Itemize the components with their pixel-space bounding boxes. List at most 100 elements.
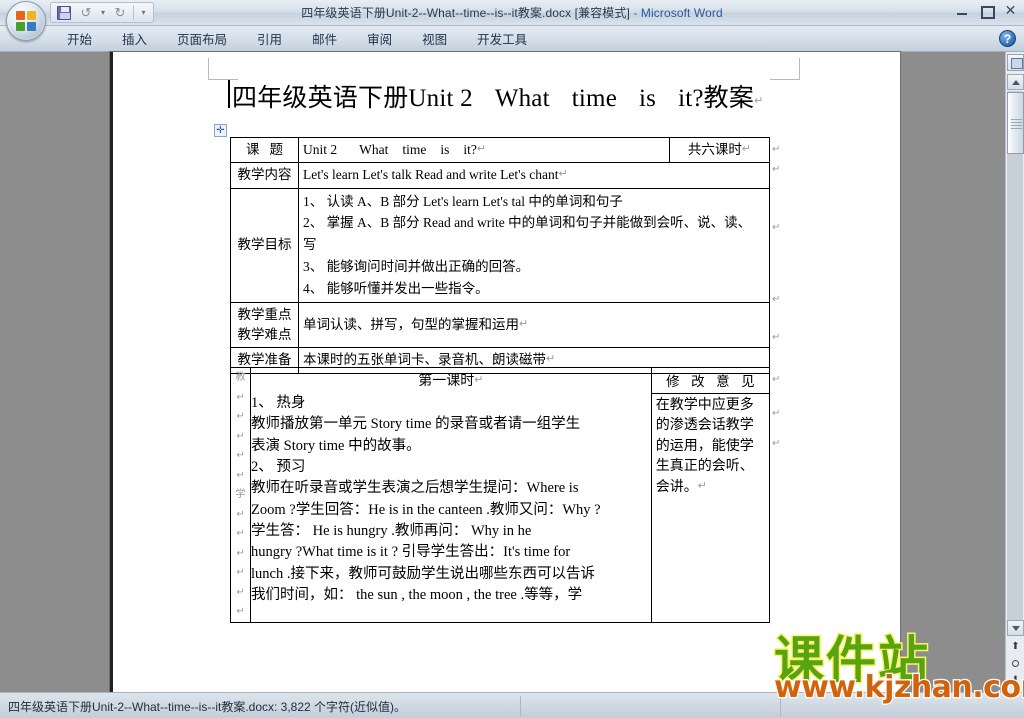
cell-content-value: Let's learn Let's talk Read and write Le… xyxy=(298,162,770,189)
lesson-body-table: 教 ↵ ↵ ↵ ↵ ↵ 学 ↵ ↵ ↵ ↵ ↵ ↵ 第一课时↵ 1、 热身 教师… xyxy=(229,367,771,623)
body-line: Zoom ?学生回答：He is in the canteen .教师又问：Wh… xyxy=(251,501,601,518)
paragraph-mark: ↵ xyxy=(236,567,245,578)
cell-topic-label: 课 题 xyxy=(230,136,299,164)
paragraph-mark: ↵ xyxy=(236,450,245,461)
tab-page-layout[interactable]: 页面布局 xyxy=(162,25,242,53)
body-line: 教师在听录音或学生表演之后想学生提问：Where is xyxy=(251,480,579,497)
paragraph-mark: ↵ xyxy=(236,508,245,520)
close-button[interactable]: ✕ xyxy=(1003,3,1018,18)
gutter-char-study: 学 xyxy=(235,489,246,500)
help-icon[interactable]: ? xyxy=(999,30,1016,47)
save-button[interactable] xyxy=(54,4,74,22)
vertical-scrollbar[interactable]: ⬆ ⬇ xyxy=(1005,52,1024,692)
tab-mailings[interactable]: 邮件 xyxy=(297,25,352,53)
goal-item: 写 xyxy=(303,237,317,253)
paragraph-mark: ↵ xyxy=(754,95,764,107)
tab-view[interactable]: 视图 xyxy=(407,25,462,53)
paragraph-mark: ↵ xyxy=(772,144,781,155)
customize-qat-button[interactable]: ▾ xyxy=(137,4,150,22)
undo-dropdown[interactable]: ▾ xyxy=(98,4,108,22)
redo-button[interactable]: ↻ xyxy=(110,4,130,22)
paragraph-mark: ↵ xyxy=(558,168,568,181)
topic-unit: Unit 2 xyxy=(303,142,338,157)
tab-insert[interactable]: 插入 xyxy=(107,25,162,53)
chevron-down-icon: ▾ xyxy=(100,8,105,17)
ribbon-tab-bar: 开始 插入 页面布局 引用 邮件 审阅 视图 开发工具 ? xyxy=(0,26,1024,52)
page-left-edge xyxy=(110,52,113,692)
body-line: hungry ?What time is it ? 引导学生答出：It's ti… xyxy=(251,544,571,561)
table-row-goals: 教学目标 1、 认读 A、B 部分 Let's learn Let's tal … xyxy=(230,187,770,303)
body-line: lunch .接下来，教师可鼓励学生说出哪些东西可以告诉 xyxy=(251,565,595,582)
goal-item: 4、 能够听懂并发出一些指令。 xyxy=(303,280,489,296)
scrollbar-track[interactable] xyxy=(1007,91,1023,620)
cell-gutter-label: 教 ↵ ↵ ↵ ↵ ↵ 学 ↵ ↵ ↵ ↵ ↵ ↵ xyxy=(229,367,252,623)
tab-review[interactable]: 审阅 xyxy=(352,25,407,53)
paragraph-mark: ↵ xyxy=(236,528,245,539)
paragraph-mark: ↵ xyxy=(772,374,781,385)
title-separator: - xyxy=(629,6,641,20)
undo-icon: ↺ xyxy=(80,4,92,20)
heading-what: What xyxy=(494,85,550,112)
undo-button[interactable]: ↺ xyxy=(76,4,96,22)
tab-developer[interactable]: 开发工具 xyxy=(462,25,542,53)
paragraph-mark: ↵ xyxy=(236,430,245,442)
note-line: 会讲。↵ xyxy=(656,478,766,498)
margin-mark-top-left xyxy=(208,58,238,80)
cell-lesson-content[interactable]: 第一课时↵ 1、 热身 教师播放第一单元 Story time 的录音或者请一组… xyxy=(250,367,652,623)
body-line: 教师播放第一单元 Story time 的录音或者请一组学生 xyxy=(251,416,581,433)
paragraph-mark: ↵ xyxy=(476,143,487,155)
window-controls: ✕ xyxy=(955,3,1018,19)
application-name: Microsoft Word xyxy=(640,6,723,20)
table-row-focus: 教学重点 教学难点 单词认读、拼写，句型的掌握和运用↵ xyxy=(230,301,770,349)
heading-time: time xyxy=(571,85,617,112)
minimize-button[interactable] xyxy=(955,3,970,18)
cell-topic-value: Unit 2 What time is it?↵ xyxy=(298,136,670,164)
scrollbar-thumb[interactable] xyxy=(1007,92,1024,154)
right-paragraph-marks: ↵ ↵ ↵ ↵ ↵ ↵ ↵ ↵ xyxy=(772,140,788,454)
body-line: 1、 热身 xyxy=(251,395,306,411)
save-icon xyxy=(57,5,71,20)
toolbar-divider xyxy=(133,5,134,20)
title-bar: ↺ ▾ ↻ ▾ 四年级英语下册Unit-2--What--time--is--i… xyxy=(0,0,1024,41)
topic-time: time xyxy=(402,142,427,157)
status-divider xyxy=(520,696,521,716)
paragraph-mark: ↵ xyxy=(772,294,781,305)
revision-notes-body: 在教学中应更多 的渗透会话教学 的运用，能使学 生真正的会听、 会讲。↵ xyxy=(652,394,769,498)
focus-label-difficulty: 教学难点 xyxy=(237,327,292,343)
focus-label-key: 教学重点 xyxy=(237,306,292,322)
ribbon-tabs: 开始 插入 页面布局 引用 邮件 审阅 视图 开发工具 xyxy=(52,26,542,52)
office-button[interactable] xyxy=(6,1,46,41)
paragraph-mark: ↵ xyxy=(697,479,707,492)
paragraph-mark: ↵ xyxy=(772,332,781,343)
paragraph-mark: ↵ xyxy=(236,586,245,598)
split-window-button[interactable] xyxy=(1007,54,1024,71)
cell-focus-label: 教学重点 教学难点 xyxy=(230,301,299,349)
cell-focus-value: 单词认读、拼写，句型的掌握和运用↵ xyxy=(298,301,770,349)
heading-is: is xyxy=(639,85,657,112)
table-move-handle[interactable]: ✛ xyxy=(214,124,227,137)
topic-it: it? xyxy=(463,142,477,157)
scroll-up-button[interactable] xyxy=(1007,74,1024,90)
cell-revision-notes[interactable]: 修 改 意 见 在教学中应更多 的渗透会话教学 的运用，能使学 生真正的会听、 … xyxy=(650,367,771,623)
heading-it: it? xyxy=(678,85,704,112)
paragraph-mark: ↵ xyxy=(772,222,781,233)
goal-item: 1、 认读 A、B 部分 Let's learn Let's tal 中的单词和… xyxy=(303,193,623,209)
body-line: 学生答： He is hungry .教师再问： Why in he xyxy=(251,522,532,539)
paragraph-mark: ↵ xyxy=(772,408,781,419)
tab-home[interactable]: 开始 xyxy=(52,25,107,53)
tab-references[interactable]: 引用 xyxy=(242,25,297,53)
grip-icon xyxy=(1011,119,1022,129)
restore-button[interactable] xyxy=(979,3,995,19)
cell-goals-value: 1、 认读 A、B 部分 Let's learn Let's tal 中的单词和… xyxy=(298,187,770,303)
table-row-content: 教学内容 Let's learn Let's talk Read and wri… xyxy=(230,162,770,189)
table-row-topic: 课 题 Unit 2 What time is it?↵ 共六课时↵ xyxy=(230,136,770,164)
office-logo-icon xyxy=(16,11,38,33)
gutter-marks: 教 ↵ ↵ ↵ ↵ ↵ 学 ↵ ↵ ↵ ↵ ↵ ↵ xyxy=(231,368,250,622)
cell-goals-label: 教学目标 xyxy=(230,187,299,303)
body-line: 我们时间，如： the sun , the moon , the tree .等… xyxy=(251,586,583,603)
table-row-body: 教 ↵ ↵ ↵ ↵ ↵ 学 ↵ ↵ ↵ ↵ ↵ ↵ 第一课时↵ 1、 热身 教师… xyxy=(229,367,771,623)
body-line: 2、 预习 xyxy=(251,458,306,475)
redo-icon: ↻ xyxy=(114,4,126,20)
topic-what: What xyxy=(359,142,389,157)
chevron-down-icon: ▾ xyxy=(141,8,146,17)
